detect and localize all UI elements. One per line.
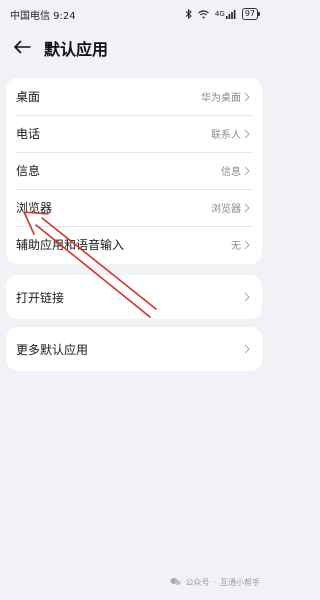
list-item-value: 联系人 <box>211 130 241 141</box>
list-item-more-default-apps[interactable]: 更多默认应用 <box>6 327 262 371</box>
wifi-icon <box>198 9 209 19</box>
chevron-right-icon <box>244 129 250 139</box>
battery-icon: 97 <box>241 8 261 20</box>
list-item-label: 辅助应用和语音输入 <box>16 238 125 252</box>
chevron-right-icon <box>244 203 250 213</box>
wechat-icon <box>170 577 182 588</box>
status-bar: 中国电信 9:24 4G 97 <box>0 0 268 28</box>
default-apps-card: 桌面 华为桌面 电话 联系人 信息 信息 浏览器 浏览器 辅助应用和语音输入 无 <box>6 78 262 264</box>
chevron-right-icon <box>244 92 250 102</box>
watermark: 公众号 · 互通小帮手 <box>170 577 260 588</box>
open-links-card: 打开链接 <box>6 275 262 319</box>
list-item-value: 华为桌面 <box>201 93 241 104</box>
signal-icon: 4G <box>214 9 236 19</box>
list-item-label: 信息 <box>16 164 41 178</box>
list-item-phone[interactable]: 电话 联系人 <box>6 115 262 152</box>
list-item-label: 浏览器 <box>16 201 53 215</box>
list-item-label: 桌面 <box>16 90 41 104</box>
header: 默认应用 <box>0 30 268 66</box>
watermark-source: 公众号 <box>185 578 210 587</box>
list-item-value: 信息 <box>221 167 241 178</box>
page-title: 默认应用 <box>44 40 109 59</box>
watermark-name: 互通小帮手 <box>220 578 260 587</box>
back-button[interactable] <box>8 34 36 62</box>
list-item-open-links[interactable]: 打开链接 <box>6 275 262 319</box>
chevron-right-icon <box>244 292 250 302</box>
list-item-label: 更多默认应用 <box>16 342 89 357</box>
list-item-browser[interactable]: 浏览器 浏览器 <box>6 189 262 226</box>
list-item-messages[interactable]: 信息 信息 <box>6 152 262 189</box>
chevron-right-icon <box>244 344 250 354</box>
list-item-value: 无 <box>231 241 241 252</box>
chevron-right-icon <box>244 166 250 176</box>
list-item-assistant-voice-input[interactable]: 辅助应用和语音输入 无 <box>6 226 262 263</box>
more-defaults-card: 更多默认应用 <box>6 327 262 371</box>
list-item-label: 打开链接 <box>16 290 65 305</box>
list-item-value: 浏览器 <box>211 204 241 215</box>
arrow-left-icon <box>13 39 31 58</box>
bluetooth-icon <box>185 9 192 19</box>
list-item-label: 电话 <box>16 127 41 141</box>
carrier-time: 中国电信 9:24 <box>10 10 76 22</box>
watermark-separator: · <box>213 578 216 587</box>
chevron-right-icon <box>244 240 250 250</box>
network-type: 4G <box>214 10 225 18</box>
list-item-desktop[interactable]: 桌面 华为桌面 <box>6 78 262 115</box>
